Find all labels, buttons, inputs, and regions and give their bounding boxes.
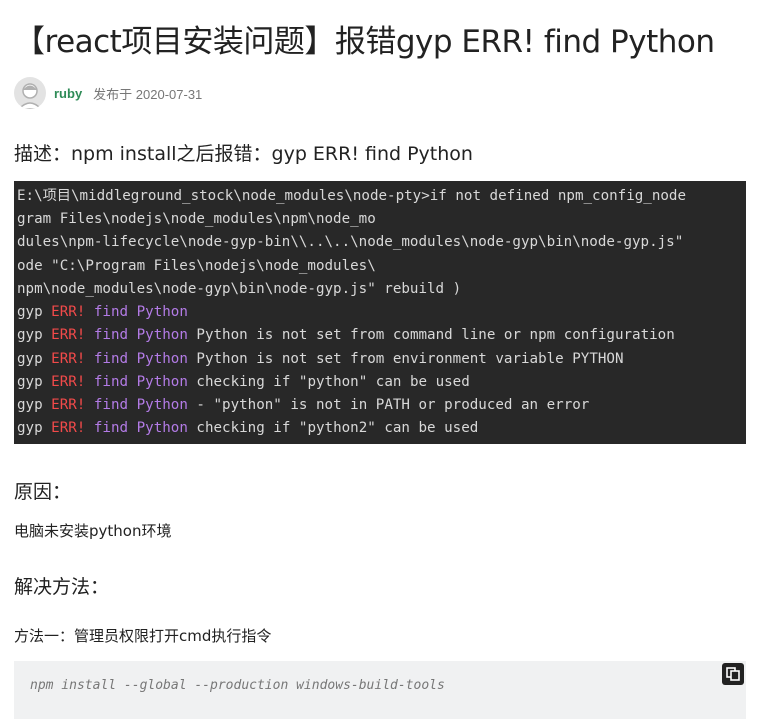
- log-python: Python: [136, 397, 188, 413]
- log-line: gram Files\nodejs\node_modules\npm\node_…: [17, 211, 376, 227]
- cause-heading: 原因：: [14, 481, 72, 503]
- log-python: Python: [136, 327, 188, 343]
- log-err: ERR!: [51, 397, 86, 413]
- log-message: checking if "python2" can be used: [187, 420, 479, 436]
- error-log-block: E:\项目\middleground_stock\node_modules\no…: [14, 181, 746, 444]
- log-err: ERR!: [51, 304, 86, 320]
- author-name[interactable]: ruby: [54, 86, 82, 101]
- log-gyp: gyp: [17, 304, 43, 320]
- copy-button[interactable]: [722, 663, 744, 685]
- log-line: gyp ERR! find Python: [17, 301, 188, 324]
- log-line: gyp ERR! find Python - "python" is not i…: [17, 394, 589, 417]
- log-line: dules\npm-lifecycle\node-gyp-bin\\..\..\…: [17, 234, 684, 250]
- log-line: E:\项目\middleground_stock\node_modules\no…: [17, 188, 686, 204]
- log-gyp: gyp: [17, 351, 43, 367]
- cause-text: 电脑未安装python环境: [14, 522, 172, 540]
- log-err: ERR!: [51, 327, 86, 343]
- solution-heading: 解决方法：: [14, 576, 110, 598]
- publish-date: 发布于 2020-07-31: [93, 86, 203, 102]
- log-python: Python: [136, 351, 188, 367]
- log-line: gyp ERR! find Python checking if "python…: [17, 371, 470, 394]
- log-gyp: gyp: [17, 420, 43, 436]
- method-text: 方法一：管理员权限打开cmd执行指令: [14, 627, 272, 645]
- log-line: gyp ERR! find Python Python is not set f…: [17, 348, 623, 371]
- article-meta: ruby 发布于 2020-07-31: [14, 76, 202, 110]
- log-gyp: gyp: [17, 397, 43, 413]
- code-block: npm install --global --production window…: [14, 661, 746, 719]
- log-err: ERR!: [51, 351, 86, 367]
- log-python: Python: [136, 420, 188, 436]
- log-message: Python is not set from command line or n…: [187, 327, 675, 343]
- log-find: find: [93, 304, 129, 320]
- avatar[interactable]: [14, 77, 46, 109]
- log-message: Python is not set from environment varia…: [187, 351, 624, 367]
- log-gyp: gyp: [17, 327, 43, 343]
- log-find: find: [93, 397, 129, 413]
- log-err: ERR!: [51, 374, 86, 390]
- log-message: - "python" is not in PATH or produced an…: [187, 397, 590, 413]
- log-err: ERR!: [51, 420, 86, 436]
- log-find: find: [93, 351, 129, 367]
- user-avatar-icon: [17, 83, 43, 109]
- log-message: checking if "python" can be used: [187, 374, 470, 390]
- log-line: gyp ERR! find Python checking if "python…: [17, 417, 478, 440]
- log-line: gyp ERR! find Python Python is not set f…: [17, 324, 675, 347]
- log-python: Python: [136, 374, 188, 390]
- article-title: 【react项目安装问题】报错gyp ERR! find Python: [14, 24, 715, 60]
- log-line: ode "C:\Program Files\nodejs\node_module…: [17, 258, 376, 274]
- log-find: find: [93, 374, 129, 390]
- description-heading: 描述：npm install之后报错：gyp ERR! find Python: [14, 143, 473, 165]
- log-line: npm\node_modules\node-gyp\bin\node-gyp.j…: [17, 281, 462, 297]
- log-find: find: [93, 327, 129, 343]
- copy-icon: [726, 667, 740, 681]
- log-gyp: gyp: [17, 374, 43, 390]
- code-command[interactable]: npm install --global --production window…: [30, 678, 445, 693]
- log-python: Python: [136, 304, 188, 320]
- log-find: find: [93, 420, 129, 436]
